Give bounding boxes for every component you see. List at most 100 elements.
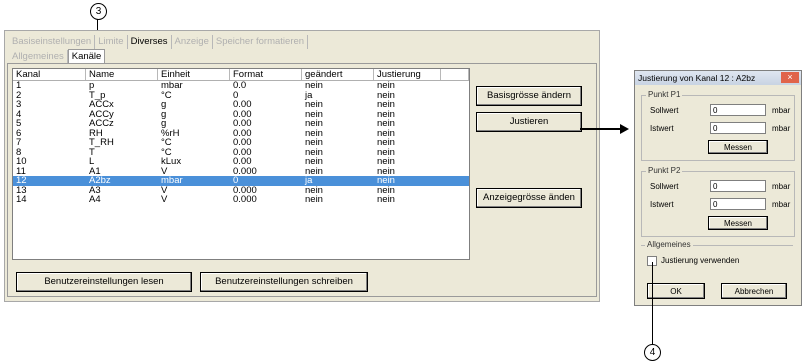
justierung-dialog: Justierung von Kanal 12 : A2bz × Punkt P… [634,70,802,306]
table-cell: V [161,195,168,205]
callout-4-line [652,262,653,344]
table-cell: °C [161,90,172,100]
ok-button[interactable]: OK [647,283,705,299]
table-cell: 0.00 [233,138,252,148]
justieren-button[interactable]: Justieren [476,112,582,132]
table-row[interactable]: 7 T_RH °C 0.00 nein nein [13,138,469,148]
table-cell: nein [305,109,323,119]
table-cell: 14 [16,195,27,205]
table-cell: T_RH [89,138,114,148]
table-cell: 1 [16,81,22,91]
table-cell: 0.000 [233,195,257,205]
table-cell: °C [161,147,172,157]
tab-row1-1[interactable]: Limite [95,35,128,49]
table-cell: 13 [16,185,27,195]
table-cell: nein [377,109,395,119]
p2-messen-button[interactable]: Messen [708,216,768,230]
table-cell: A3 [89,185,101,195]
table-cell: nein [305,195,323,205]
table-row[interactable]: 13 A3 V 0.000 nein nein [13,186,469,196]
p2-istwert-label: Istwert [650,200,674,209]
table-cell: nein [377,166,395,176]
p1-istwert-unit: mbar [772,124,791,133]
table-row[interactable]: 8 T °C 0.00 nein nein [13,148,469,158]
group-punkt-p1: Punkt P1 Sollwert 0 mbar Istwert 0 mbar … [641,90,795,161]
table-cell: A4 [89,195,101,205]
table-cell: %rH [161,128,180,138]
table-row[interactable]: 6 RH %rH 0.00 nein nein [13,129,469,139]
table-cell: 0.00 [233,157,252,167]
benutzereinstellungen-lesen-button[interactable]: Benutzereinstellungen lesen [16,272,192,292]
p1-sollwert-label: Sollwert [650,106,679,115]
p2-istwert-input[interactable]: 0 [710,198,766,210]
tab-row1-0[interactable]: Basiseinstellungen [9,35,96,49]
group-punkt-p1-title: Punkt P1 [646,90,683,99]
table-cell: mbar [161,81,183,91]
table-cell: g [161,119,167,129]
column-header[interactable]: Justierung [374,69,441,80]
tab-row2-0[interactable]: Allgemeines [9,50,68,64]
table-row[interactable]: 2 T_p °C 0 ja nein [13,91,469,101]
table-cell: 0.000 [233,166,257,176]
table-cell: g [161,100,167,110]
channel-list-header: Kanal Name Einheit Format geändert Justierung [13,69,469,81]
channel-list[interactable]: Kanal Name Einheit Format geändert Justierung… [12,68,470,260]
group-allgemeines: Allgemeines Justierung verwenden [641,240,793,270]
benutzereinstellungen-schreiben-button[interactable]: Benutzereinstellungen schreiben [200,272,368,292]
table-cell: nein [305,128,323,138]
anzeigegroesse-aendern-button[interactable]: Anzeigegrösse änden [476,188,582,208]
p1-istwert-input[interactable]: 0 [710,122,766,134]
table-cell: 11 [16,166,26,176]
table-cell: nein [305,166,323,176]
table-cell: ja [305,176,313,186]
table-cell: 0.00 [233,147,252,157]
p1-sollwert-unit: mbar [772,106,791,115]
table-cell: nein [305,147,323,157]
channel-list-body: 1 p mbar 0.0 nein nein 2 T_p °C 0 ja nein 3 ACCx g 0.00… [13,81,469,205]
table-cell: nein [305,185,323,195]
table-cell: 0.000 [233,185,257,195]
basisgroesse-aendern-button[interactable]: Basisgrösse ändern [476,86,582,106]
table-cell: nein [377,147,395,157]
table-cell: V [161,185,168,195]
table-cell: V [161,166,168,176]
table-cell: p [89,81,95,91]
table-row[interactable]: 4 ACCy g 0.00 nein nein [13,110,469,120]
table-row[interactable]: 12 A2bz mbar 0 ja nein [13,176,469,186]
abbrechen-button[interactable]: Abbrechen [721,283,787,299]
tab-row1-4[interactable]: Speicher formatieren [213,35,309,49]
column-header[interactable]: Einheit [158,69,230,80]
column-header[interactable]: Kanal [13,69,86,80]
table-cell: mbar [161,176,183,186]
table-row[interactable]: 1 p mbar 0.0 nein nein [13,81,469,91]
column-header[interactable]: Name [86,69,158,80]
table-row[interactable]: 10 LkLux 0.00 nein nein [13,157,469,167]
p1-messen-button[interactable]: Messen [708,140,768,154]
p1-sollwert-input[interactable]: 0 [710,104,766,116]
close-icon[interactable]: × [781,72,799,83]
table-cell: 5 [16,119,22,129]
table-cell: 0.00 [233,100,252,110]
dialog-title: Justierung von Kanal 12 : A2bz [638,73,756,83]
table-cell: nein [305,138,323,148]
table-cell: nein [305,119,323,129]
table-row[interactable]: 11 A1 V 0.000 nein nein [13,167,469,177]
table-cell: A1 [89,166,101,176]
table-row[interactable]: 3 ACCx g 0.00 nein nein [13,100,469,110]
table-cell: 10 [16,157,27,167]
table-cell: 12 [16,176,27,186]
table-row[interactable]: 5 ACCz g 0.00 nein nein [13,119,469,129]
tab-row2-1[interactable]: Kanäle [67,49,106,64]
justierung-verwenden-label: Justierung verwenden [661,256,740,265]
table-cell: nein [377,138,395,148]
tab-row1-3[interactable]: Anzeige [172,35,213,49]
column-header[interactable]: Format [230,69,302,80]
column-header[interactable]: geändert [302,69,374,80]
callout-3: 3 [90,3,107,20]
table-cell: nein [305,100,323,110]
tab-row1-2[interactable]: Diverses [128,35,172,49]
table-row[interactable]: 14 A4 V 0.000 nein nein [13,195,469,205]
p2-sollwert-input[interactable]: 0 [710,180,766,192]
table-cell: nein [377,128,395,138]
dialog-titlebar: Justierung von Kanal 12 : A2bz × [635,71,801,85]
